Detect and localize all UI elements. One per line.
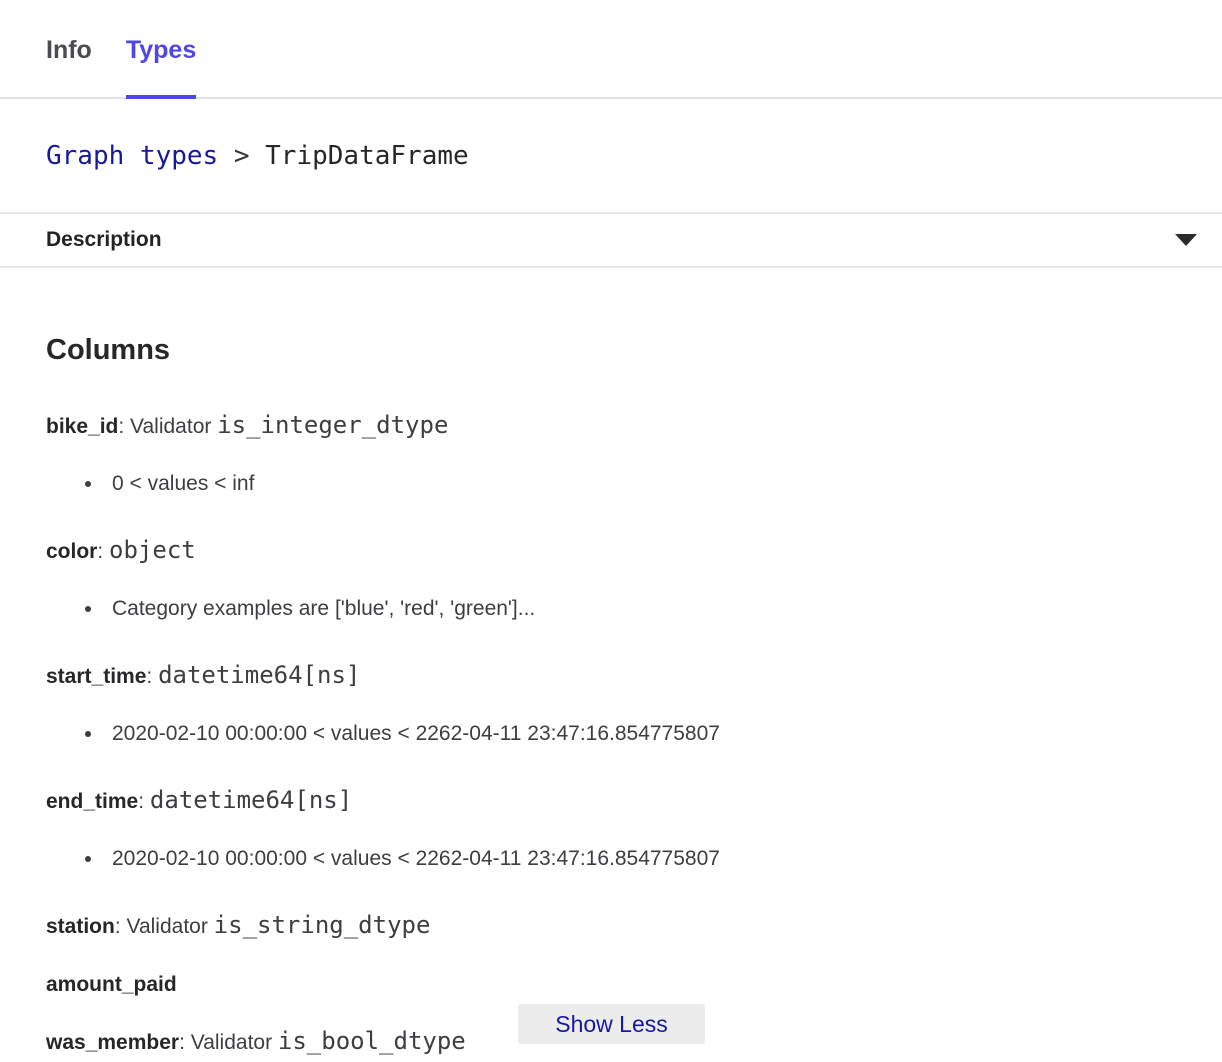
columns-heading: Columns <box>46 334 1176 367</box>
column-name: was_member <box>46 1031 179 1054</box>
tab-bar: Info Types <box>0 0 1222 99</box>
column-definition-start-time: start_time: datetime64[ns] <box>46 657 1176 695</box>
column-dtype-code: is_bool_dtype <box>278 1027 466 1055</box>
breadcrumb-separator: > <box>218 141 265 171</box>
columns-section: Columns bike_id: Validator is_integer_dt… <box>0 334 1222 1061</box>
chevron-down-icon <box>1175 234 1197 246</box>
column-name: amount_paid <box>46 973 177 996</box>
column-name: start_time <box>46 665 146 688</box>
column-separator: : <box>97 540 109 563</box>
description-section-header[interactable]: Description <box>0 212 1222 268</box>
constraint-item: 0 < values < inf <box>104 469 1176 499</box>
tab-types[interactable]: Types <box>126 36 196 97</box>
column-validator-label: : Validator <box>179 1031 278 1054</box>
column-constraints: 2020-02-10 00:00:00 < values < 2262-04-1… <box>46 719 1176 749</box>
breadcrumb-link-graph-types[interactable]: Graph types <box>46 141 218 171</box>
column-validator-label: : Validator <box>118 415 217 438</box>
column-constraints: 0 < values < inf <box>46 469 1176 499</box>
column-dtype-code: datetime64[ns] <box>150 786 352 814</box>
constraint-item: 2020-02-10 00:00:00 < values < 2262-04-1… <box>104 844 1176 874</box>
column-constraints: 2020-02-10 00:00:00 < values < 2262-04-1… <box>46 844 1176 874</box>
tab-info[interactable]: Info <box>46 36 92 97</box>
column-validator-label: : Validator <box>115 915 214 938</box>
column-dtype-code: is_integer_dtype <box>217 411 448 439</box>
column-definition-end-time: end_time: datetime64[ns] <box>46 782 1176 820</box>
column-constraints: Category examples are ['blue', 'red', 'g… <box>46 594 1176 624</box>
breadcrumb-current: TripDataFrame <box>265 141 469 171</box>
column-dtype-code: datetime64[ns] <box>158 661 360 689</box>
column-name: end_time <box>46 790 138 813</box>
column-definition-color: color: object <box>46 532 1176 570</box>
breadcrumb: Graph types > TripDataFrame <box>0 99 1222 212</box>
column-definition-bike-id: bike_id: Validator is_integer_dtype <box>46 407 1176 445</box>
column-name: color <box>46 540 97 563</box>
column-name: bike_id <box>46 415 118 438</box>
constraint-item: Category examples are ['blue', 'red', 'g… <box>104 594 1176 624</box>
column-separator: : <box>138 790 150 813</box>
show-less-button[interactable]: Show Less <box>518 1004 705 1044</box>
description-title: Description <box>46 228 162 252</box>
column-dtype-code: object <box>109 536 196 564</box>
column-dtype-code: is_string_dtype <box>214 911 431 939</box>
constraint-item: 2020-02-10 00:00:00 < values < 2262-04-1… <box>104 719 1176 749</box>
column-definition-amount-paid: amount_paid <box>46 965 1176 1003</box>
column-name: station <box>46 915 115 938</box>
column-separator: : <box>146 665 158 688</box>
column-definition-station: station: Validator is_string_dtype <box>46 907 1176 945</box>
